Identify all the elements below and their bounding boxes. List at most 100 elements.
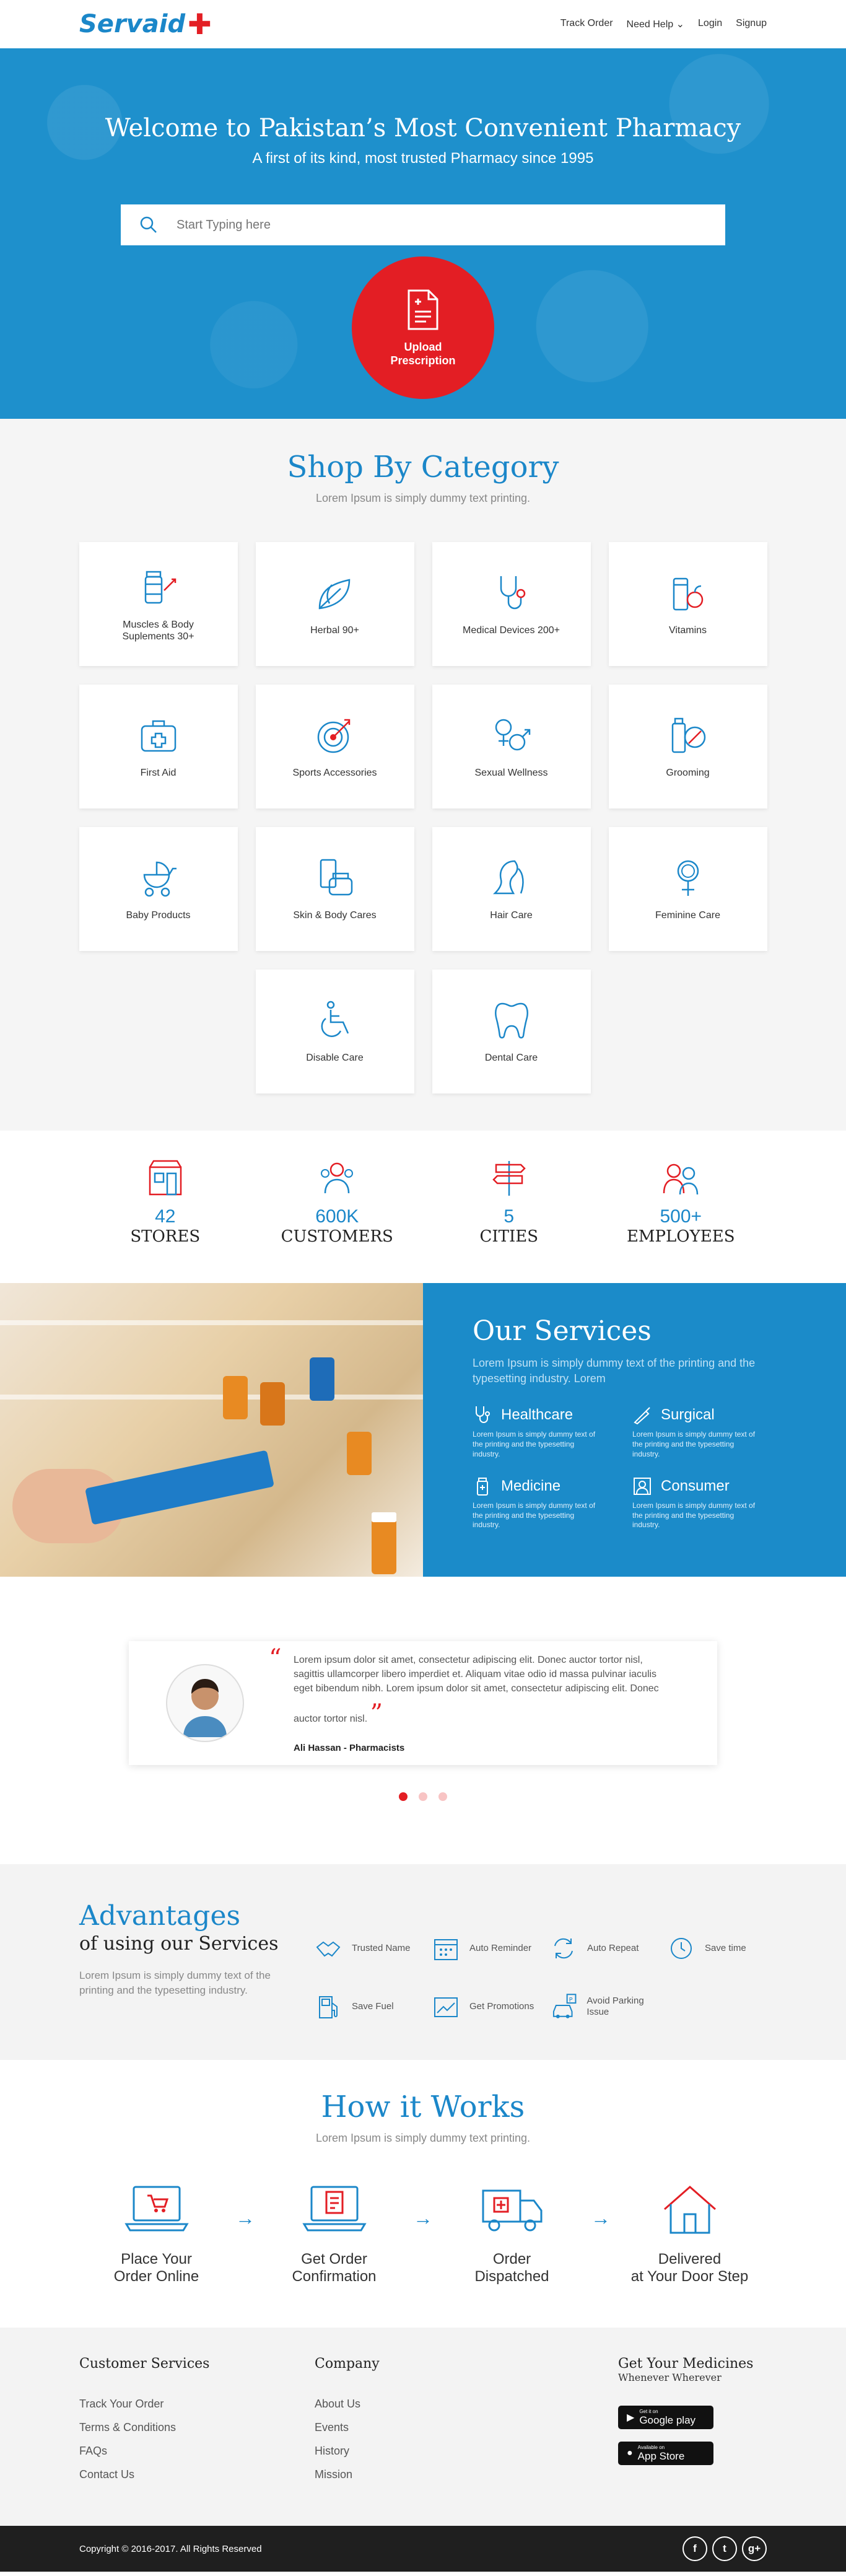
signpost-icon	[492, 1161, 526, 1196]
advantages-section: Advantages of using our Services Lorem I…	[0, 1864, 846, 2060]
testimonial-quote: “ Lorem ipsum dolor sit amet, consectetu…	[269, 1644, 659, 1754]
social-links: f t g+	[682, 2536, 767, 2561]
female-icon	[677, 861, 699, 896]
arrow-right-icon: →	[413, 2207, 433, 2229]
bottle	[310, 1357, 334, 1401]
footer-customer-services: Customer Services Track Your Order Terms…	[79, 2356, 315, 2497]
footer-link-about[interactable]: About Us	[315, 2398, 618, 2411]
logo[interactable]: Servaid ✚	[79, 10, 212, 38]
stethoscope-icon	[476, 1406, 490, 1424]
footer-link-terms[interactable]: Terms & Conditions	[79, 2421, 315, 2434]
category-label: Grooming	[666, 768, 710, 779]
upload-prescription-button[interactable]: Upload Prescription	[352, 256, 494, 399]
category-card-baby[interactable]: Baby Products	[79, 827, 238, 951]
nav-need-help[interactable]: Need Help ⌄	[627, 18, 684, 30]
category-card-skin[interactable]: Skin & Body Cares	[255, 827, 414, 951]
category-card-hair[interactable]: Hair Care	[432, 827, 591, 951]
stat-employees: 500+ EMPLOYEES	[606, 1159, 755, 1255]
category-card-feminine[interactable]: Feminine Care	[608, 827, 767, 951]
carousel-dot-1[interactable]	[399, 1792, 408, 1801]
service-consumer[interactable]: Consumer Lorem Ipsum is simply dummy tex…	[632, 1476, 792, 1530]
category-label: First Aid	[140, 768, 177, 779]
how-title: How it Works	[321, 2090, 525, 2124]
category-card-disable[interactable]: Disable Care	[255, 970, 414, 1093]
nav-track-order[interactable]: Track Order	[560, 18, 613, 30]
shelf	[0, 1320, 423, 1325]
footer-link-contact[interactable]: Contact Us	[79, 2468, 315, 2481]
quote-author: Ali Hassan - Pharmacists	[294, 1743, 405, 1754]
footer-link-faqs[interactable]: FAQs	[79, 2445, 315, 2458]
footer-link-track-order[interactable]: Track Your Order	[79, 2398, 315, 2411]
pharmacy-photo	[0, 1283, 423, 1577]
service-medicine[interactable]: Medicine Lorem Ipsum is simply dummy tex…	[473, 1476, 632, 1530]
nav-login[interactable]: Login	[698, 18, 722, 30]
target-icon	[317, 719, 350, 753]
our-services: Our Services Lorem Ipsum is simply dummy…	[0, 1283, 846, 1577]
leaf-icon	[318, 579, 350, 610]
step-confirmation: Get Order Confirmation	[260, 2182, 409, 2285]
advantage-avoid-parking: P Avoid Parking Issue	[550, 1989, 668, 2024]
cream-icon	[320, 859, 352, 896]
step-line1: Delivered	[658, 2251, 722, 2267]
google-plus-icon[interactable]: g+	[742, 2536, 767, 2561]
advantages-intro: Advantages of using our Services Lorem I…	[79, 1900, 296, 2024]
category-card-supplements[interactable]: Muscles & Body Suplements 30+	[79, 542, 238, 666]
testimonial-card: “ Lorem ipsum dolor sit amet, consectetu…	[129, 1641, 717, 1765]
razor-icon	[671, 718, 705, 753]
medicine-bottle-icon	[477, 1478, 488, 1496]
footer-link-events[interactable]: Events	[315, 2421, 618, 2434]
hero-title: Welcome to Pakistan’s Most Convenient Ph…	[105, 114, 741, 142]
category-card-medical-devices[interactable]: Medical Devices 200+	[432, 542, 591, 666]
category-label: Vitamins	[668, 625, 707, 636]
logo-plus-icon: ✚	[188, 7, 212, 41]
step-line2: Dispatched	[474, 2267, 549, 2285]
gender-icon	[495, 719, 530, 751]
google-play-button[interactable]: ▶ Get it on Google play	[618, 2406, 713, 2429]
category-card-vitamins[interactable]: Vitamins	[608, 542, 767, 666]
stat-number: 600K	[315, 1206, 359, 1227]
category-label: Feminine Care	[655, 910, 720, 921]
service-healthcare[interactable]: Healthcare Lorem Ipsum is simply dummy t…	[473, 1405, 632, 1459]
search-input[interactable]	[177, 217, 672, 232]
store-big: Google play	[639, 2414, 696, 2426]
twitter-icon[interactable]: t	[712, 2536, 737, 2561]
service-surgical[interactable]: Surgical Lorem Ipsum is simply dummy tex…	[632, 1405, 792, 1459]
step-line2: Confirmation	[292, 2267, 377, 2285]
step-delivered: Delivered at Your Door Step	[616, 2182, 764, 2285]
service-desc: Lorem Ipsum is simply dummy text of the …	[473, 1430, 596, 1458]
category-label: Dental Care	[484, 1053, 538, 1064]
category-card-first-aid[interactable]: First Aid	[79, 685, 238, 808]
consumer-icon	[634, 1478, 651, 1496]
category-card-herbal[interactable]: Herbal 90+	[255, 542, 414, 666]
step-line2: Order Online	[113, 2267, 199, 2285]
footer-link-history[interactable]: History	[315, 2445, 618, 2458]
carousel-dot-3[interactable]	[438, 1792, 447, 1801]
category-label: Muscles & Body Suplements 30+	[122, 619, 194, 642]
footer-bottom-bar: Copyright © 2016-2017. All Rights Reserv…	[0, 2526, 846, 2572]
facebook-icon[interactable]: f	[682, 2536, 707, 2561]
avatar	[166, 1664, 244, 1742]
carousel-dot-2[interactable]	[419, 1792, 427, 1801]
advantage-label: Trusted Name	[352, 1943, 411, 1953]
service-title: Surgical	[661, 1406, 715, 1424]
category-card-grooming[interactable]: Grooming	[608, 685, 767, 808]
nav-signup[interactable]: Signup	[736, 18, 767, 30]
stat-number: 5	[504, 1206, 515, 1227]
footer: Customer Services Track Your Order Terms…	[0, 2328, 846, 2526]
footer-link-mission[interactable]: Mission	[315, 2468, 618, 2481]
shelf	[0, 1395, 423, 1400]
app-store-button[interactable]: ● Available on App Store	[618, 2442, 713, 2465]
stat-number: 42	[155, 1206, 176, 1227]
services-panel: Our Services Lorem Ipsum is simply dummy…	[423, 1283, 846, 1577]
store-icon	[149, 1160, 181, 1196]
advantages-subtitle: of using our Services	[79, 1933, 279, 1955]
step-line1: Order	[492, 2251, 531, 2267]
category-card-sports[interactable]: Sports Accessories	[255, 685, 414, 808]
category-card-sexual-wellness[interactable]: Sexual Wellness	[432, 685, 591, 808]
growth-chart-icon	[434, 1997, 458, 2017]
quote-close-icon: ”	[370, 1699, 383, 1728]
how-it-works: How it Works Lorem Ipsum is simply dummy…	[0, 2060, 846, 2328]
stat-label: CUSTOMERS	[281, 1227, 393, 1246]
category-label: Skin & Body Cares	[293, 910, 377, 921]
category-card-dental[interactable]: Dental Care	[432, 970, 591, 1093]
